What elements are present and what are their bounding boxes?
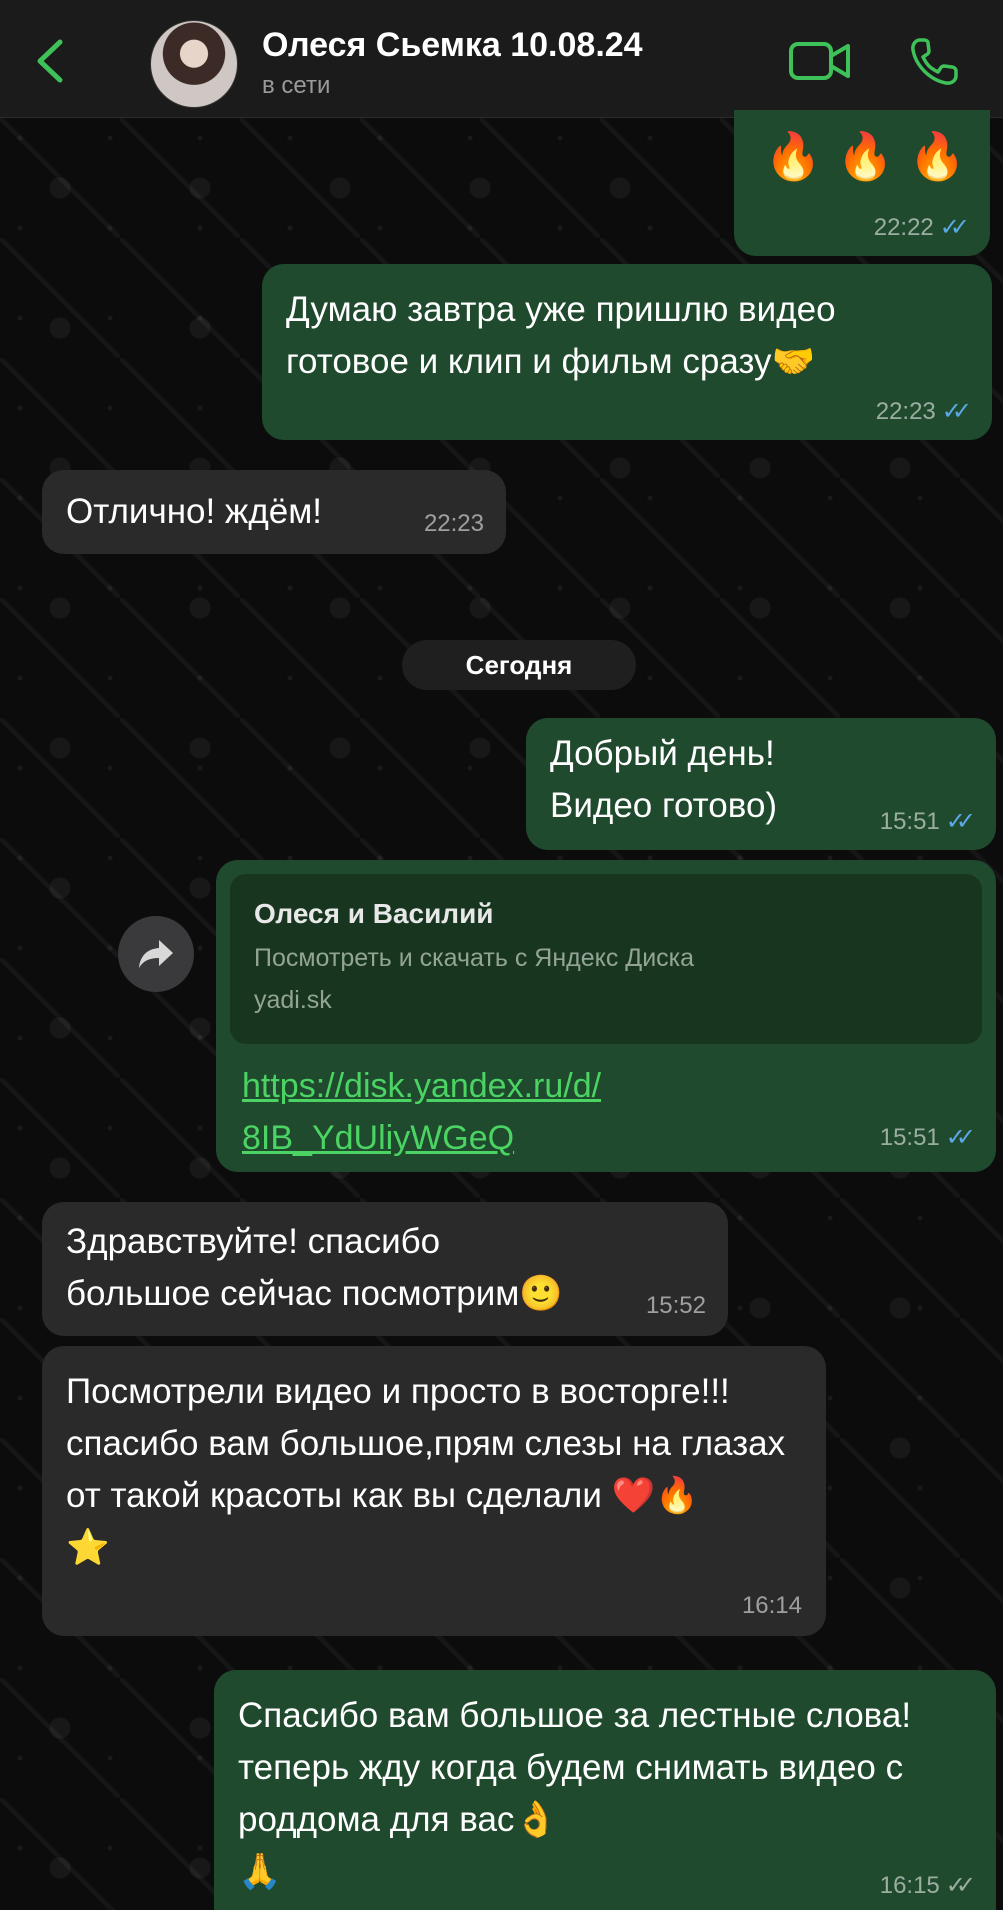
read-ticks-icon: ✓✓ <box>939 214 970 241</box>
video-call-icon[interactable] <box>788 38 852 84</box>
message-meta: 22:23 <box>424 510 484 538</box>
link-preview-domain: yadi.sk <box>254 986 332 1014</box>
message-meta: 15:52 <box>646 1292 706 1320</box>
contact-status: в сети <box>262 72 331 99</box>
message-meta: 16:14 <box>742 1592 802 1620</box>
message-meta: 16:15 ✓✓ <box>879 1872 976 1900</box>
message-bubble-outgoing[interactable]: Добрый день! Видео готово) 15:51 ✓✓ <box>526 718 996 850</box>
message-text: Здравствуйте! спасибо большое сейчас пос… <box>66 1222 563 1313</box>
message-bubble-incoming[interactable]: Отлично! ждём! 22:23 <box>42 470 506 554</box>
phone-call-icon[interactable] <box>908 36 960 88</box>
message-time: 15:51 <box>879 1124 940 1151</box>
message-bubble-outgoing[interactable]: Спасибо вам большое за лестные слова!теп… <box>214 1670 996 1910</box>
message-time: 22:23 <box>423 510 484 537</box>
message-time: 16:15 <box>879 1872 940 1899</box>
message-text: Думаю завтра уже пришлю видео готовое и … <box>286 290 846 381</box>
message-meta: 22:22 ✓✓ <box>873 214 970 242</box>
message-meta: 15:51 ✓✓ <box>879 1124 976 1152</box>
message-bubble-incoming[interactable]: Посмотрели видео и просто в восторге!!!с… <box>42 1346 826 1636</box>
message-bubble-outgoing[interactable]: Думаю завтра уже пришлю видео готовое и … <box>262 264 992 440</box>
delivered-ticks-icon: ✓✓ <box>945 1872 976 1899</box>
date-separator: Сегодня <box>402 640 636 690</box>
message-text: Посмотрели видео и просто в восторге!!!с… <box>66 1372 786 1567</box>
forward-arrow-icon <box>139 940 173 968</box>
forward-button[interactable] <box>118 916 194 992</box>
message-bubble-incoming[interactable]: Здравствуйте! спасибо большое сейчас пос… <box>42 1202 728 1336</box>
chat-header: Олеся Сьемка 10.08.24 в сети <box>0 0 1003 118</box>
message-text: 🔥 🔥 🔥 <box>764 129 966 183</box>
message-bubble-outgoing[interactable]: 🔥 🔥 🔥 22:22 ✓✓ <box>734 110 990 256</box>
link-message-bubble[interactable]: Олеся и Василий Посмотреть и скачать с Я… <box>216 860 996 1172</box>
message-time: 22:23 <box>875 398 936 425</box>
message-time: 15:51 <box>879 808 940 835</box>
read-ticks-icon: ✓✓ <box>945 808 976 835</box>
link-preview-card[interactable]: Олеся и Василий Посмотреть и скачать с Я… <box>230 874 982 1044</box>
message-meta: 15:51 ✓✓ <box>879 808 976 836</box>
link-preview-description: Посмотреть и скачать с Яндекс Диска <box>254 944 695 972</box>
message-time: 22:22 <box>873 214 934 241</box>
message-time: 16:14 <box>741 1592 802 1619</box>
message-text: Отлично! ждём! <box>66 492 323 531</box>
message-meta: 22:23 ✓✓ <box>875 398 972 426</box>
contact-avatar[interactable] <box>150 20 238 108</box>
read-ticks-icon: ✓✓ <box>941 398 972 425</box>
link-preview-title: Олеся и Василий <box>254 898 494 929</box>
message-link[interactable]: https://disk.yandex.ru/d/ 8IB_YdUliyWGeQ <box>242 1060 601 1164</box>
read-ticks-icon: ✓✓ <box>945 1124 976 1151</box>
message-time: 15:52 <box>645 1292 706 1319</box>
contact-name[interactable]: Олеся Сьемка 10.08.24 <box>262 26 643 65</box>
message-text: Спасибо вам большое за лестные слова!теп… <box>238 1696 912 1891</box>
back-chevron-icon[interactable] <box>30 36 70 86</box>
